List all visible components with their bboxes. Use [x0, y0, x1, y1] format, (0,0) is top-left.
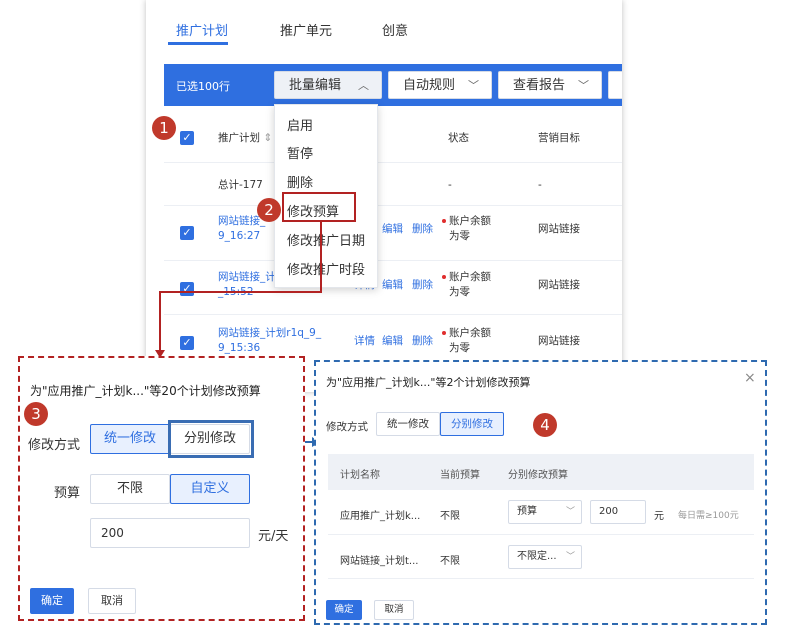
- step-badge-4: 4: [533, 413, 557, 437]
- budget-label: 预算: [54, 486, 81, 501]
- step-badge-2: 2: [257, 198, 281, 222]
- close-icon[interactable]: ×: [744, 370, 756, 386]
- col-new-budget: 分别修改预算: [508, 470, 568, 481]
- ok-button[interactable]: 确定: [30, 588, 74, 614]
- step-badge-3: 3: [24, 402, 48, 426]
- budget-type-select[interactable]: 预算 ﹀: [508, 500, 582, 524]
- highlight-separate-mode: [168, 420, 254, 458]
- col-name: 计划名称: [340, 470, 380, 481]
- separate-budget-dialog: 为"应用推广_计划k..."等2个计划修改预算 × 修改方式 统一修改 分别修改…: [314, 360, 767, 625]
- budget-unlimited-button[interactable]: 不限: [90, 474, 170, 504]
- unified-budget-dialog: 为"应用推广_计划k..."等20个计划修改预算 修改方式 统一修改 分别修改 …: [18, 356, 305, 621]
- dialog-title: 为"应用推广_计划k..."等2个计划修改预算: [326, 376, 531, 389]
- ok-button[interactable]: 确定: [326, 600, 362, 620]
- budget-unit: 元: [654, 511, 664, 522]
- budget-custom-button[interactable]: 自定义: [170, 474, 250, 504]
- budget-type-select[interactable]: 不限定... ﹀: [508, 545, 582, 569]
- cancel-button[interactable]: 取消: [374, 600, 414, 620]
- plan-name: 应用推广_计划k...: [340, 511, 421, 522]
- current-budget: 不限: [440, 556, 460, 567]
- row-divider: [328, 534, 754, 535]
- chevron-down-icon: ﹀: [565, 552, 575, 562]
- budget-hint: 每日需≥100元: [678, 511, 739, 521]
- budget-value-input[interactable]: 200: [590, 500, 646, 524]
- step-badge-1: 1: [152, 116, 176, 140]
- budget-input[interactable]: 200: [90, 518, 250, 548]
- plan-name: 网站链接_计划t...: [340, 556, 419, 567]
- chevron-down-icon: ﹀: [565, 507, 575, 517]
- unified-mode-button[interactable]: 统一修改: [376, 412, 440, 436]
- dialog-title: 为"应用推广_计划k..."等20个计划修改预算: [30, 384, 261, 398]
- current-budget: 不限: [440, 511, 460, 522]
- mode-label: 修改方式: [28, 438, 81, 453]
- separate-mode-button[interactable]: 分别修改: [440, 412, 504, 436]
- cancel-button[interactable]: 取消: [88, 588, 136, 614]
- red-connector-line: [159, 222, 322, 356]
- row-divider: [328, 578, 754, 579]
- mode-label: 修改方式: [326, 421, 368, 433]
- unified-mode-button[interactable]: 统一修改: [90, 424, 170, 454]
- col-current: 当前预算: [440, 470, 480, 481]
- budget-unit: 元/天: [258, 529, 289, 544]
